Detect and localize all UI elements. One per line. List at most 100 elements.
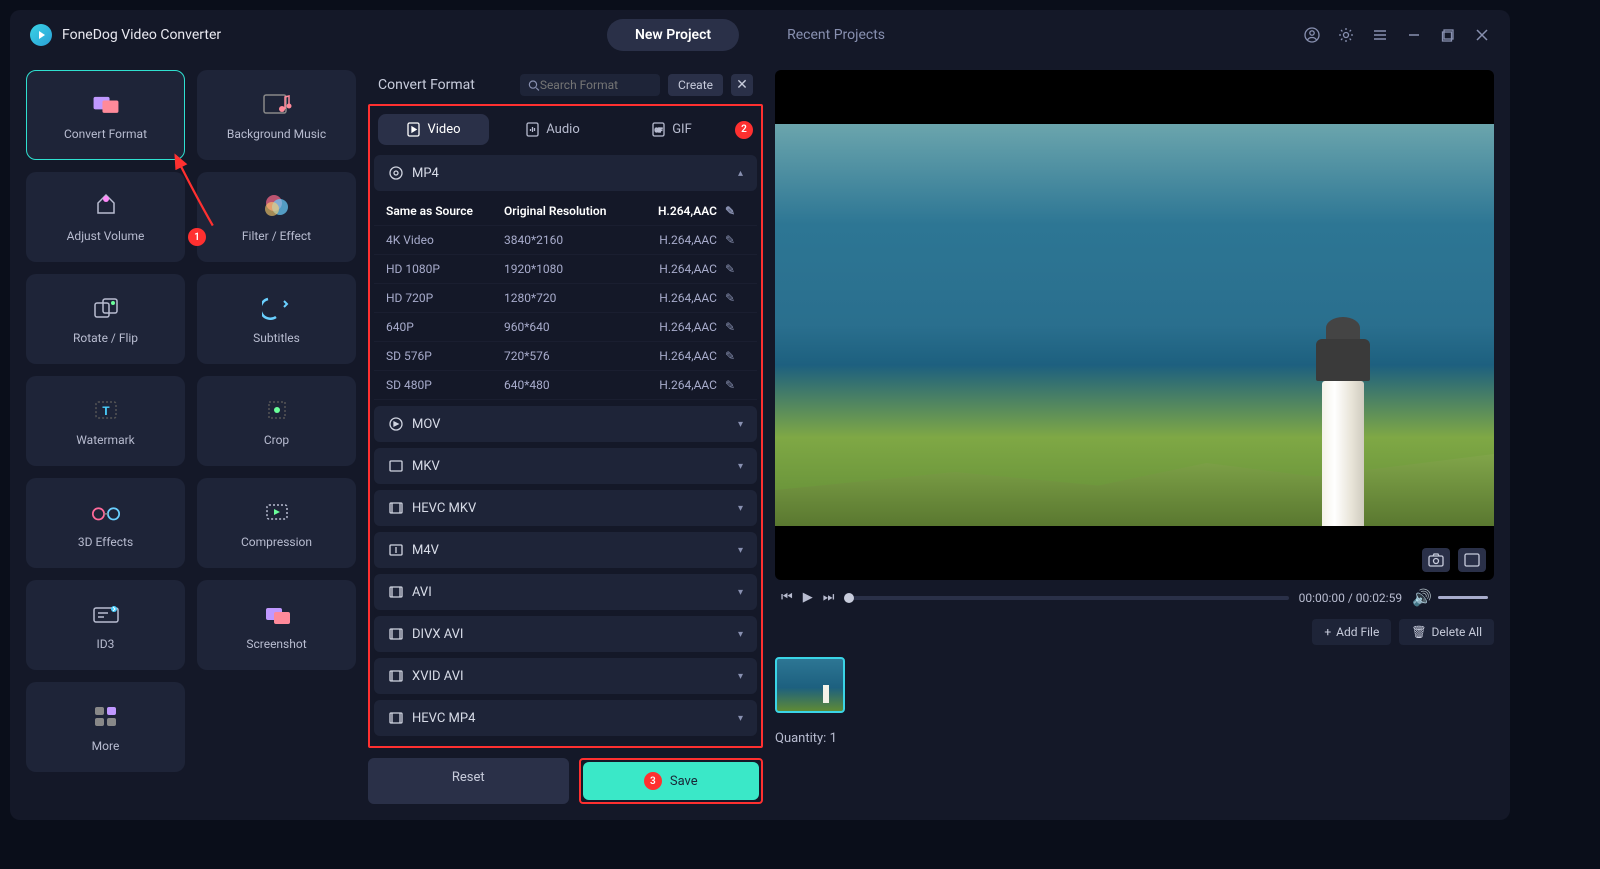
tool-subtitles[interactable]: Subtitles: [197, 274, 356, 364]
save-button[interactable]: 3 Save: [583, 762, 760, 800]
progress-handle[interactable]: [844, 593, 854, 603]
search-icon: [528, 79, 540, 92]
account-icon[interactable]: [1304, 27, 1320, 43]
tool-more[interactable]: More: [26, 682, 185, 772]
format-group-mp4[interactable]: MP4 ▴: [374, 155, 757, 191]
tool-rotate-flip[interactable]: Rotate / Flip: [26, 274, 185, 364]
next-button[interactable]: ⏭: [823, 590, 835, 605]
format-row[interactable]: HD 1080P1920*1080H.264,AAC✎: [374, 255, 757, 284]
format-icon: [388, 584, 404, 600]
tool-id3[interactable]: ID3: [26, 580, 185, 670]
format-tab-gif[interactable]: GIF GIF: [616, 114, 727, 145]
settings-icon[interactable]: [1338, 27, 1354, 43]
titlebar: FoneDog Video Converter New Project Rece…: [10, 10, 1510, 60]
format-row[interactable]: Same as SourceOriginal ResolutionH.264,A…: [374, 197, 757, 226]
annotation-badge-3: 3: [644, 772, 662, 790]
tool-background-music[interactable]: Background Music: [197, 70, 356, 160]
edit-icon[interactable]: ✎: [725, 349, 745, 363]
tool-label: Watermark: [76, 433, 135, 447]
format-group-mov[interactable]: MOV▾: [374, 406, 757, 442]
format-group-hevc-mkv[interactable]: HEVC MKV▾: [374, 490, 757, 526]
tool-watermark[interactable]: T Watermark: [26, 376, 185, 466]
edit-icon[interactable]: ✎: [725, 291, 745, 305]
play-button[interactable]: ▶: [803, 590, 813, 605]
add-file-button[interactable]: +Add File: [1312, 619, 1391, 645]
row-res: 640*480: [504, 378, 651, 392]
filter-icon: [261, 191, 293, 221]
format-name: M4V: [412, 543, 439, 558]
format-group-hevc-mp4[interactable]: HEVC MP4▾: [374, 700, 757, 736]
volume-slider[interactable]: [1438, 596, 1488, 599]
format-group-m4v[interactable]: M4V ▾: [374, 532, 757, 568]
tool-label: Convert Format: [64, 127, 147, 141]
search-input[interactable]: [540, 78, 652, 92]
fullscreen-icon[interactable]: [1458, 548, 1486, 572]
tool-compression[interactable]: Compression: [197, 478, 356, 568]
tab-label: GIF: [672, 122, 692, 137]
menu-icon[interactable]: [1372, 27, 1388, 43]
edit-icon[interactable]: ✎: [725, 262, 745, 276]
format-row[interactable]: SD 576P720*576H.264,AAC✎: [374, 342, 757, 371]
convert-format-icon: [90, 89, 122, 119]
row-codec: H.264,AAC: [659, 291, 717, 305]
format-icon: [388, 710, 404, 726]
maximize-icon[interactable]: [1440, 27, 1456, 43]
format-row[interactable]: 4K Video3840*2160H.264,AAC✎: [374, 226, 757, 255]
prev-button[interactable]: ⏮: [781, 590, 793, 605]
svg-text:T: T: [102, 404, 110, 418]
tool-3d-effects[interactable]: 3D Effects: [26, 478, 185, 568]
minimize-icon[interactable]: [1406, 27, 1422, 43]
tool-label: Filter / Effect: [242, 229, 311, 243]
edit-icon[interactable]: ✎: [725, 233, 745, 247]
format-icon: [388, 416, 404, 432]
row-codec: H.264,AAC: [659, 320, 717, 334]
volume-control[interactable]: 🔊: [1412, 588, 1488, 607]
format-name: MP4: [412, 166, 439, 181]
tool-adjust-volume[interactable]: Adjust Volume: [26, 172, 185, 262]
save-label: Save: [670, 774, 698, 789]
tab-recent-projects[interactable]: Recent Projects: [759, 19, 913, 51]
thumbnail[interactable]: [775, 657, 845, 713]
edit-icon[interactable]: ✎: [725, 320, 745, 334]
row-codec: H.264,AAC: [659, 233, 717, 247]
row-name: 4K Video: [386, 233, 496, 247]
format-row[interactable]: HD 720P1280*720H.264,AAC✎: [374, 284, 757, 313]
tool-crop[interactable]: Crop: [197, 376, 356, 466]
edit-icon[interactable]: ✎: [725, 204, 745, 218]
chevron-down-icon: ▾: [738, 419, 743, 430]
snapshot-icon[interactable]: [1422, 548, 1450, 572]
delete-all-button[interactable]: 🗑Delete All: [1399, 619, 1494, 645]
video-preview[interactable]: [775, 70, 1494, 580]
reset-button[interactable]: Reset: [368, 758, 569, 804]
chevron-down-icon: ▾: [738, 545, 743, 556]
format-rows: Same as SourceOriginal ResolutionH.264,A…: [374, 197, 757, 400]
format-group-mkv[interactable]: MKV▾: [374, 448, 757, 484]
tool-filter-effect[interactable]: Filter / Effect: [197, 172, 356, 262]
volume-icon[interactable]: 🔊: [1412, 588, 1432, 607]
format-icon: [388, 165, 404, 181]
tool-label: Crop: [264, 433, 289, 447]
close-panel-button[interactable]: ✕: [731, 74, 753, 96]
tool-convert-format[interactable]: Convert Format: [26, 70, 185, 160]
format-group-xvid-avi[interactable]: XVID AVI▾: [374, 658, 757, 694]
format-icon: [388, 626, 404, 642]
preview-frame: [775, 124, 1494, 526]
format-group-divx-avi[interactable]: DIVX AVI▾: [374, 616, 757, 652]
edit-icon[interactable]: ✎: [725, 378, 745, 392]
close-icon[interactable]: [1474, 27, 1490, 43]
tool-screenshot[interactable]: Screenshot: [197, 580, 356, 670]
chevron-up-icon: ▴: [738, 168, 743, 179]
format-row[interactable]: SD 480P640*480H.264,AAC✎: [374, 371, 757, 400]
format-tab-audio[interactable]: Audio: [497, 114, 608, 145]
tab-new-project[interactable]: New Project: [607, 19, 739, 51]
format-tab-video[interactable]: Video: [378, 114, 489, 145]
row-codec: H.264,AAC: [659, 349, 717, 363]
format-name: AVI: [412, 585, 432, 600]
chevron-down-icon: ▾: [738, 713, 743, 724]
format-row[interactable]: 640P960*640H.264,AAC✎: [374, 313, 757, 342]
create-button[interactable]: Create: [668, 74, 723, 96]
progress-bar[interactable]: [844, 596, 1288, 600]
format-icon: [388, 458, 404, 474]
tab-label: Video: [427, 122, 460, 137]
format-group-avi[interactable]: AVI▾: [374, 574, 757, 610]
